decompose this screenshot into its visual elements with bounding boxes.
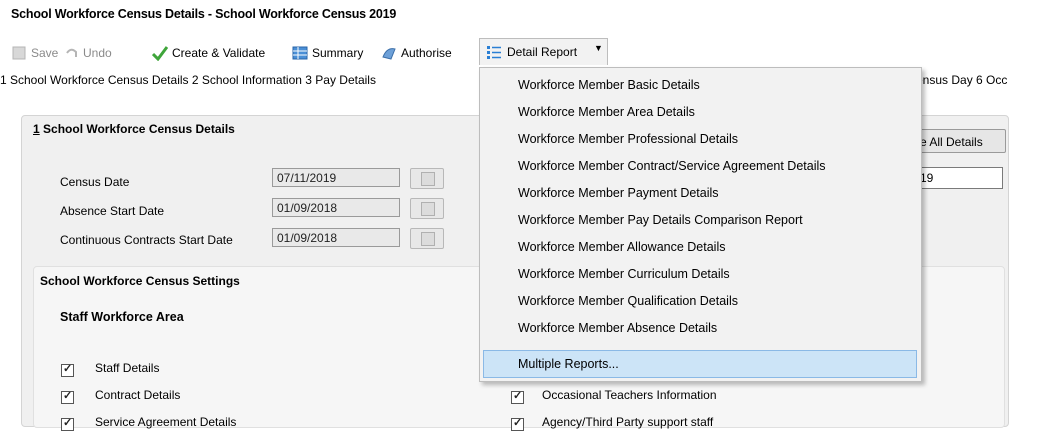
absence-start-date-label: Absence Start Date bbox=[60, 204, 165, 218]
menu-item-pay-comparison[interactable]: Workforce Member Pay Details Comparison … bbox=[518, 213, 803, 227]
save-button[interactable]: Save bbox=[11, 44, 58, 62]
staff-workforce-area-heading: Staff Workforce Area bbox=[60, 310, 184, 324]
agency-staff-label: Agency/Third Party support staff bbox=[542, 415, 714, 429]
staff-details-checkbox[interactable] bbox=[61, 362, 74, 377]
menu-item-contract-details[interactable]: Workforce Member Contract/Service Agreem… bbox=[518, 159, 826, 173]
menu-item-professional-details[interactable]: Workforce Member Professional Details bbox=[518, 132, 738, 146]
undo-button[interactable]: Undo bbox=[63, 44, 112, 62]
list-icon bbox=[486, 44, 502, 60]
contract-details-label: Contract Details bbox=[95, 388, 181, 402]
calendar-icon bbox=[421, 202, 435, 216]
authorise-icon bbox=[381, 45, 397, 61]
tab-strip-left[interactable]: 1 School Workforce Census Details 2 Scho… bbox=[0, 73, 376, 87]
undo-icon bbox=[63, 45, 79, 61]
detail-report-menu: Workforce Member Basic Details Workforce… bbox=[479, 67, 922, 382]
continuous-contracts-field[interactable]: 01/09/2018 bbox=[272, 228, 400, 247]
save-icon bbox=[11, 45, 27, 61]
menu-item-area-details[interactable]: Workforce Member Area Details bbox=[518, 105, 695, 119]
menu-item-multiple-reports[interactable]: Multiple Reports... bbox=[483, 350, 917, 378]
absence-start-date-picker[interactable] bbox=[410, 198, 444, 219]
dropdown-arrow-icon: ▼ bbox=[594, 43, 603, 53]
service-agreement-label: Service Agreement Details bbox=[95, 415, 237, 429]
calendar-icon bbox=[421, 172, 435, 186]
census-year-field[interactable]: 19 bbox=[910, 167, 1003, 189]
settings-heading: School Workforce Census Settings bbox=[40, 274, 240, 288]
staff-details-label: Staff Details bbox=[95, 361, 160, 375]
create-validate-button[interactable]: Create & Validate bbox=[151, 44, 265, 62]
census-date-picker[interactable] bbox=[410, 168, 444, 189]
continuous-contracts-picker[interactable] bbox=[410, 228, 444, 249]
census-date-label: Census Date bbox=[60, 175, 130, 189]
summary-button[interactable]: Summary bbox=[292, 44, 363, 62]
window-title: School Workforce Census Details - School… bbox=[11, 7, 397, 21]
menu-item-payment-details[interactable]: Workforce Member Payment Details bbox=[518, 186, 719, 200]
checkmark-icon bbox=[151, 45, 169, 62]
occasional-teachers-checkbox[interactable] bbox=[511, 389, 524, 404]
absence-start-date-field[interactable]: 01/09/2018 bbox=[272, 198, 400, 217]
menu-item-allowance-details[interactable]: Workforce Member Allowance Details bbox=[518, 240, 725, 254]
menu-item-basic-details[interactable]: Workforce Member Basic Details bbox=[518, 78, 700, 92]
continuous-contracts-label: Continuous Contracts Start Date bbox=[60, 233, 233, 247]
contract-details-checkbox[interactable] bbox=[61, 389, 74, 404]
menu-item-qualification-details[interactable]: Workforce Member Qualification Details bbox=[518, 294, 738, 308]
occasional-teachers-label: Occasional Teachers Information bbox=[542, 388, 717, 402]
section-heading: 1 School Workforce Census Details bbox=[33, 122, 235, 136]
calendar-icon bbox=[421, 232, 435, 246]
detail-report-button[interactable]: Detail Report ▼ bbox=[479, 38, 608, 65]
tab-strip-right[interactable]: ensus Day 6 Occ bbox=[916, 73, 1007, 87]
census-date-field[interactable]: 07/11/2019 bbox=[272, 168, 400, 187]
menu-item-curriculum-details[interactable]: Workforce Member Curriculum Details bbox=[518, 267, 730, 281]
menu-item-absence-details[interactable]: Workforce Member Absence Details bbox=[518, 321, 717, 335]
authorise-button[interactable]: Authorise bbox=[381, 44, 452, 62]
all-details-button[interactable]: e All Details bbox=[910, 129, 1006, 153]
table-icon bbox=[292, 45, 308, 61]
agency-staff-checkbox[interactable] bbox=[511, 416, 524, 431]
service-agreement-checkbox[interactable] bbox=[61, 416, 74, 431]
